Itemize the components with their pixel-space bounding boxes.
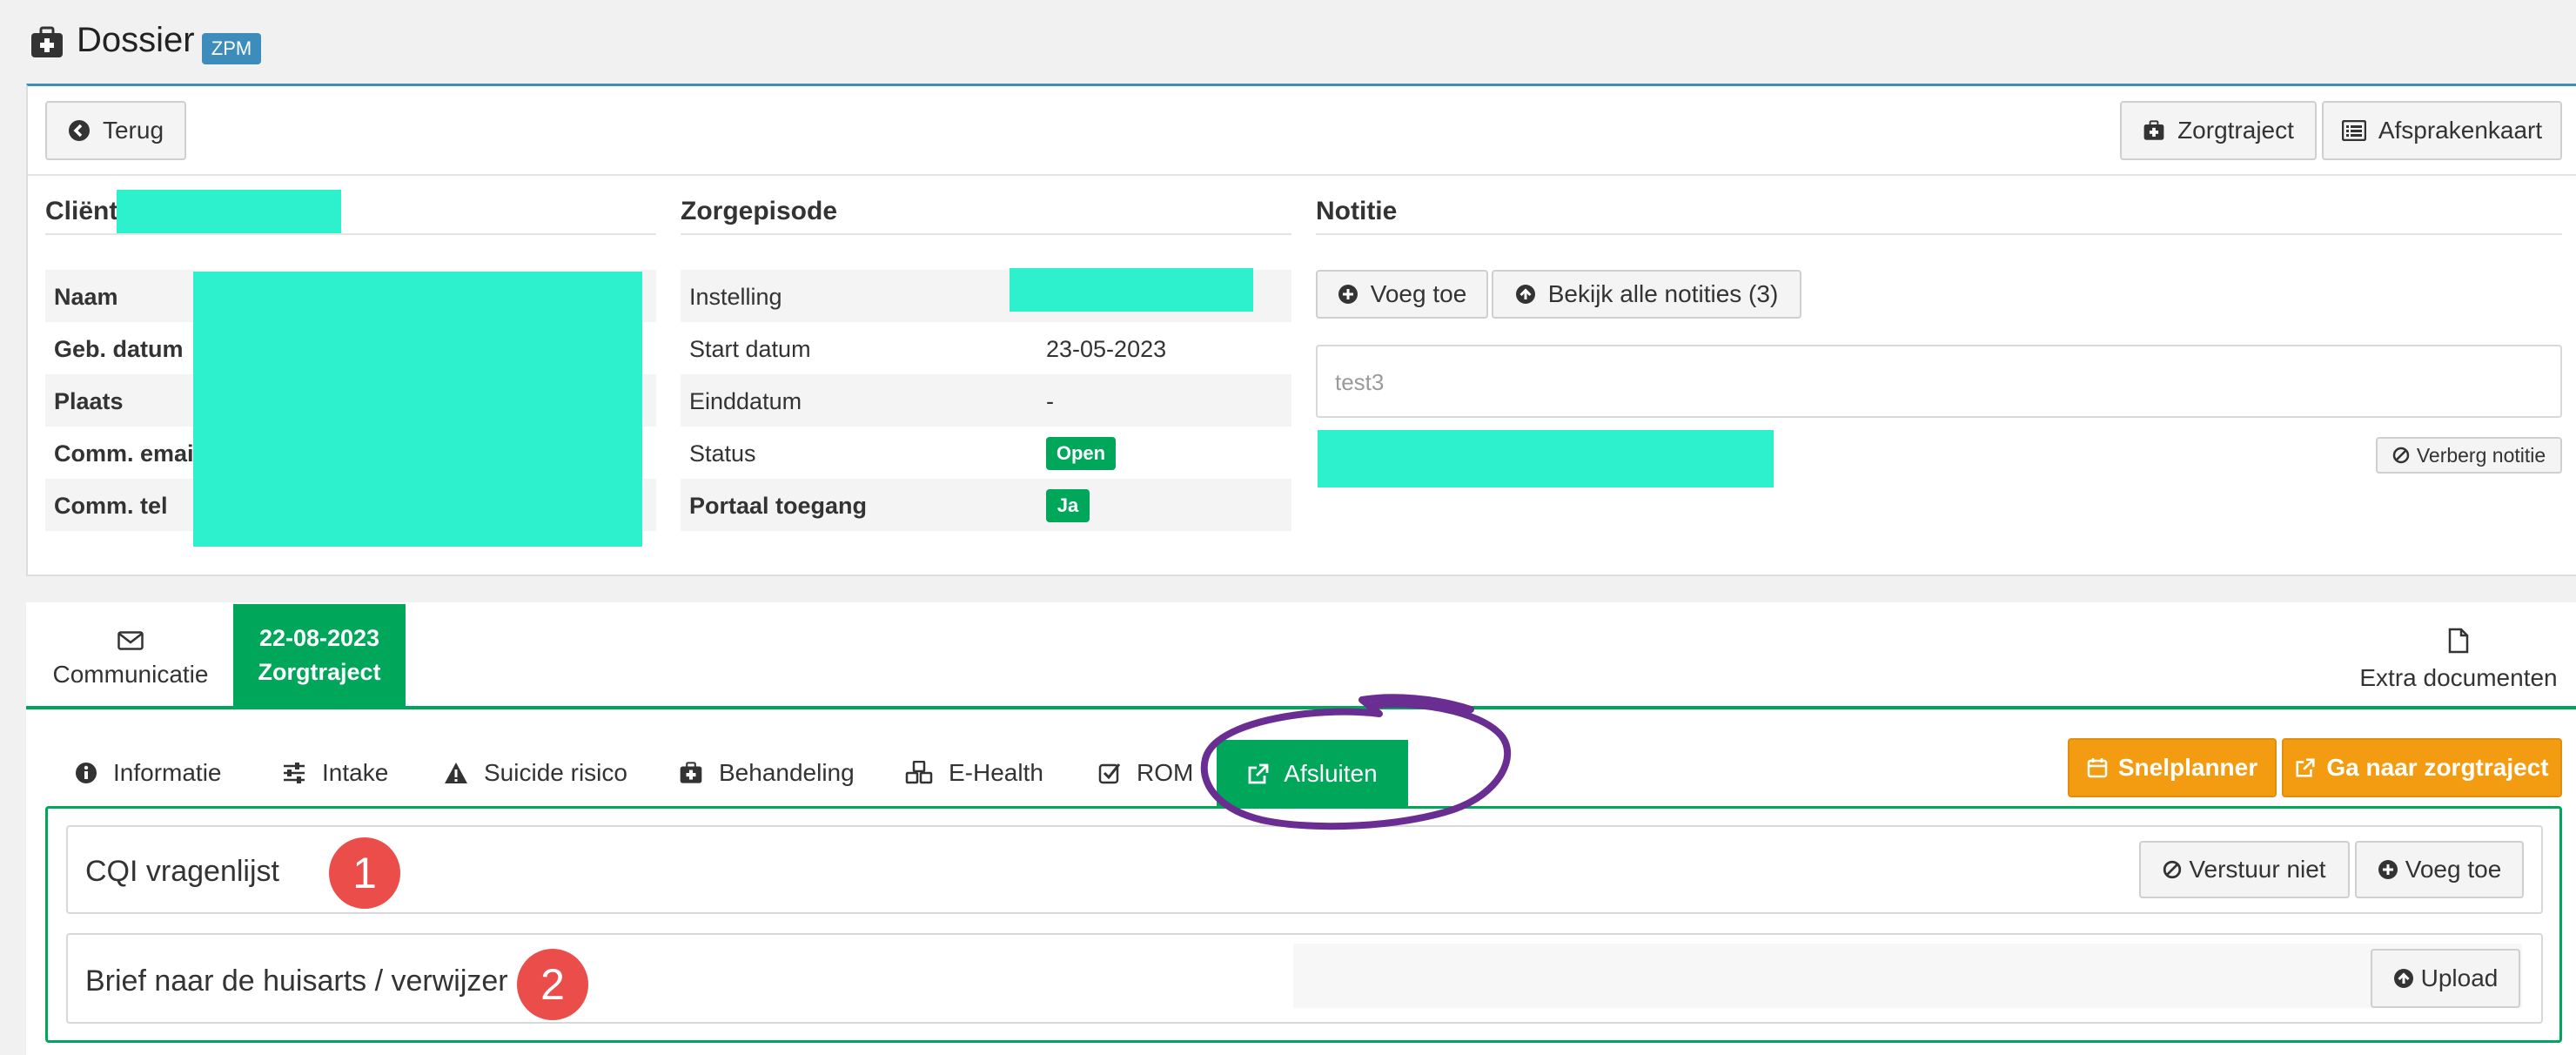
afsprakenkaart-button[interactable]: Afsprakenkaart <box>2322 101 2562 160</box>
goto-zorgtraject-label: Ga naar zorgtraject <box>2326 754 2549 781</box>
ban-icon <box>2392 447 2410 464</box>
subtab-behandeling[interactable]: Behandeling <box>679 759 855 787</box>
add-note-label: Voeg toe <box>1370 280 1467 307</box>
sliders-icon <box>284 763 305 783</box>
verstuur-niet-button[interactable]: Verstuur niet <box>2139 841 2350 898</box>
redacted-client-name <box>117 190 341 233</box>
medkit-icon <box>680 762 702 783</box>
episode-heading: Zorgepisode <box>681 197 838 225</box>
subtab-behandeling-label: Behandeling <box>719 759 855 786</box>
subtab-suicide-risico-label: Suicide risico <box>484 759 627 786</box>
subtab-intake-label: Intake <box>322 759 389 786</box>
snelplanner-label: Snelplanner <box>2117 754 2258 781</box>
redacted-note-author <box>1318 430 1774 487</box>
zorgtraject-button-label: Zorgtraject <box>2177 117 2294 144</box>
episode-value: 23-05-2023 <box>1046 336 1167 362</box>
zpm-badge: ZPM <box>202 33 261 64</box>
add-note-button[interactable]: Voeg toe <box>1316 270 1488 319</box>
status-badge: Open <box>1046 437 1116 470</box>
client-heading: Cliënt <box>45 197 118 225</box>
cqi-add-label: Voeg toe <box>2405 856 2502 883</box>
plus-circle-icon <box>2378 860 2398 879</box>
snelplanner-button[interactable]: Snelplanner <box>2068 738 2277 797</box>
episode-label: Instelling <box>689 284 782 310</box>
cubes-icon <box>905 761 933 784</box>
client-field-label: Plaats <box>54 388 124 414</box>
client-field-label: Geb. datum <box>54 336 184 362</box>
episode-label: Einddatum <box>689 388 802 414</box>
marker-2: 2 <box>517 949 588 1020</box>
arrow-circle-up-icon <box>2393 969 2413 988</box>
toolbar-divider <box>28 174 2576 176</box>
view-all-notes-label: Bekijk alle notities (3) <box>1547 280 1779 307</box>
subtab-rom[interactable]: ROM <box>1098 759 1193 787</box>
hide-note-button[interactable]: Verberg notitie <box>2376 437 2562 474</box>
upload-area <box>1293 944 2522 1008</box>
subtab-intake[interactable]: Intake <box>282 759 388 787</box>
redacted-client-details <box>193 272 642 547</box>
subtab-informatie[interactable]: Informatie <box>75 759 222 787</box>
portal-badge: Ja <box>1046 489 1090 522</box>
marker-1: 1 <box>329 837 400 909</box>
episode-divider <box>681 233 1291 235</box>
upload-label: Upload <box>2420 964 2499 991</box>
episode-value: - <box>1046 388 1054 414</box>
external-link-icon <box>2296 758 2315 777</box>
ban-icon <box>2163 860 2182 879</box>
medkit-icon <box>31 26 63 57</box>
tab-zorgtraject-label: Zorgtraject <box>258 659 381 685</box>
client-divider <box>45 233 656 235</box>
subtab-e-health-label: E-Health <box>949 759 1043 786</box>
list-alt-icon <box>2341 120 2366 141</box>
redacted-instelling <box>1010 268 1253 312</box>
page-title: Dossier <box>77 21 195 59</box>
file-icon <box>2448 628 2469 654</box>
client-field-label: Comm. tel <box>54 493 168 519</box>
note-divider <box>1316 233 2562 235</box>
episode-label: Portaal toegang <box>689 493 868 519</box>
client-field-label: Naam <box>54 284 118 310</box>
back-button-label: Terug <box>102 117 164 144</box>
episode-label: Start datum <box>689 336 811 362</box>
subtab-informatie-label: Informatie <box>113 759 222 786</box>
verstuur-niet-label: Verstuur niet <box>2189 856 2326 883</box>
highlight-circle <box>1200 694 1512 830</box>
medkit-icon <box>2143 120 2164 140</box>
tab-communicatie-label: Communicatie <box>52 661 209 688</box>
upload-button[interactable]: Upload <box>2371 949 2520 1008</box>
note-heading: Notitie <box>1316 197 1398 225</box>
warning-icon <box>445 763 467 783</box>
zorgtraject-button[interactable]: Zorgtraject <box>2120 101 2317 160</box>
tab-communicatie[interactable]: Communicatie <box>44 615 218 705</box>
goto-zorgtraject-button[interactable]: Ga naar zorgtraject <box>2282 738 2562 797</box>
client-field-label: Comm. email <box>54 440 201 467</box>
arrow-circle-left-icon <box>68 120 90 141</box>
hide-note-label: Verberg notitie <box>2416 443 2546 467</box>
arrow-circle-up-icon <box>1515 285 1535 304</box>
episode-label: Status <box>689 440 756 467</box>
check-square-icon <box>1098 763 1121 784</box>
subtab-rom-label: ROM <box>1137 759 1194 786</box>
subtab-suicide-risico[interactable]: Suicide risico <box>444 759 627 787</box>
tab-zorgtraject[interactable]: 22-08-2023 Zorgtraject <box>233 604 406 707</box>
brief-title: Brief naar de huisarts / verwijzer <box>85 964 508 998</box>
afsprakenkaart-button-label: Afsprakenkaart <box>2378 117 2543 144</box>
cqi-add-button[interactable]: Voeg toe <box>2355 841 2524 898</box>
tab-extra-documenten-label: Extra documenten <box>2359 664 2558 691</box>
tab-zorgtraject-date: 22-08-2023 <box>258 625 380 651</box>
back-button[interactable]: Terug <box>45 101 186 160</box>
cqi-title: CQI vragenlijst <box>85 855 279 888</box>
calendar-icon <box>2087 758 2108 778</box>
envelope-icon <box>117 631 144 650</box>
note-card <box>1316 345 2562 418</box>
subtab-e-health[interactable]: E-Health <box>905 759 1043 787</box>
info-icon <box>76 763 97 783</box>
plus-circle-icon <box>1338 285 1358 304</box>
tab-extra-documenten[interactable]: Extra documenten <box>2350 615 2567 705</box>
view-all-notes-button[interactable]: Bekijk alle notities (3) <box>1492 270 1801 319</box>
note-text: test3 <box>1335 369 1385 395</box>
